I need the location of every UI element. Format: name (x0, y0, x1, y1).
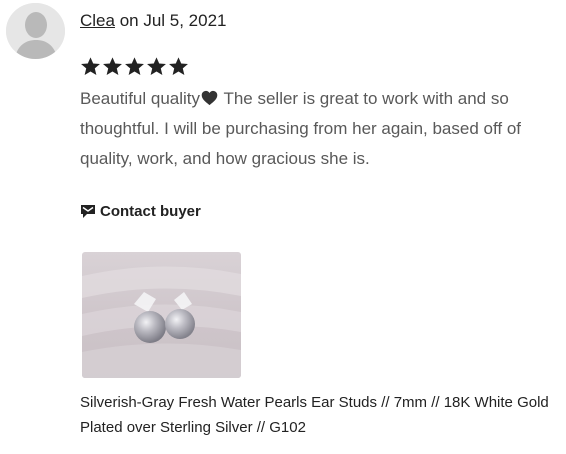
message-icon (81, 205, 95, 218)
default-user-icon (6, 3, 65, 59)
star-rating (80, 56, 189, 77)
star-icon (147, 57, 166, 75)
star-icon (169, 57, 188, 75)
contact-buyer-label: Contact buyer (100, 203, 201, 220)
review-text: Beautiful quality The seller is great to… (80, 84, 560, 174)
review-date: on Jul 5, 2021 (114, 11, 227, 30)
star-icon (81, 57, 100, 75)
pearl-earrings-photo (82, 252, 241, 378)
star-icon (125, 57, 144, 75)
product-image[interactable] (82, 252, 241, 378)
contact-buyer-button[interactable]: Contact buyer (80, 203, 201, 220)
reviewer-name-link[interactable]: Clea (80, 11, 115, 30)
review-header: Clea on Jul 5, 2021 (80, 11, 227, 31)
avatar[interactable] (6, 3, 65, 59)
star-icon (103, 57, 122, 75)
review-text-start: Beautiful quality (80, 89, 201, 108)
product-title-link[interactable]: Silverish-Gray Fresh Water Pearls Ear St… (80, 390, 550, 440)
heart-icon (201, 90, 218, 106)
